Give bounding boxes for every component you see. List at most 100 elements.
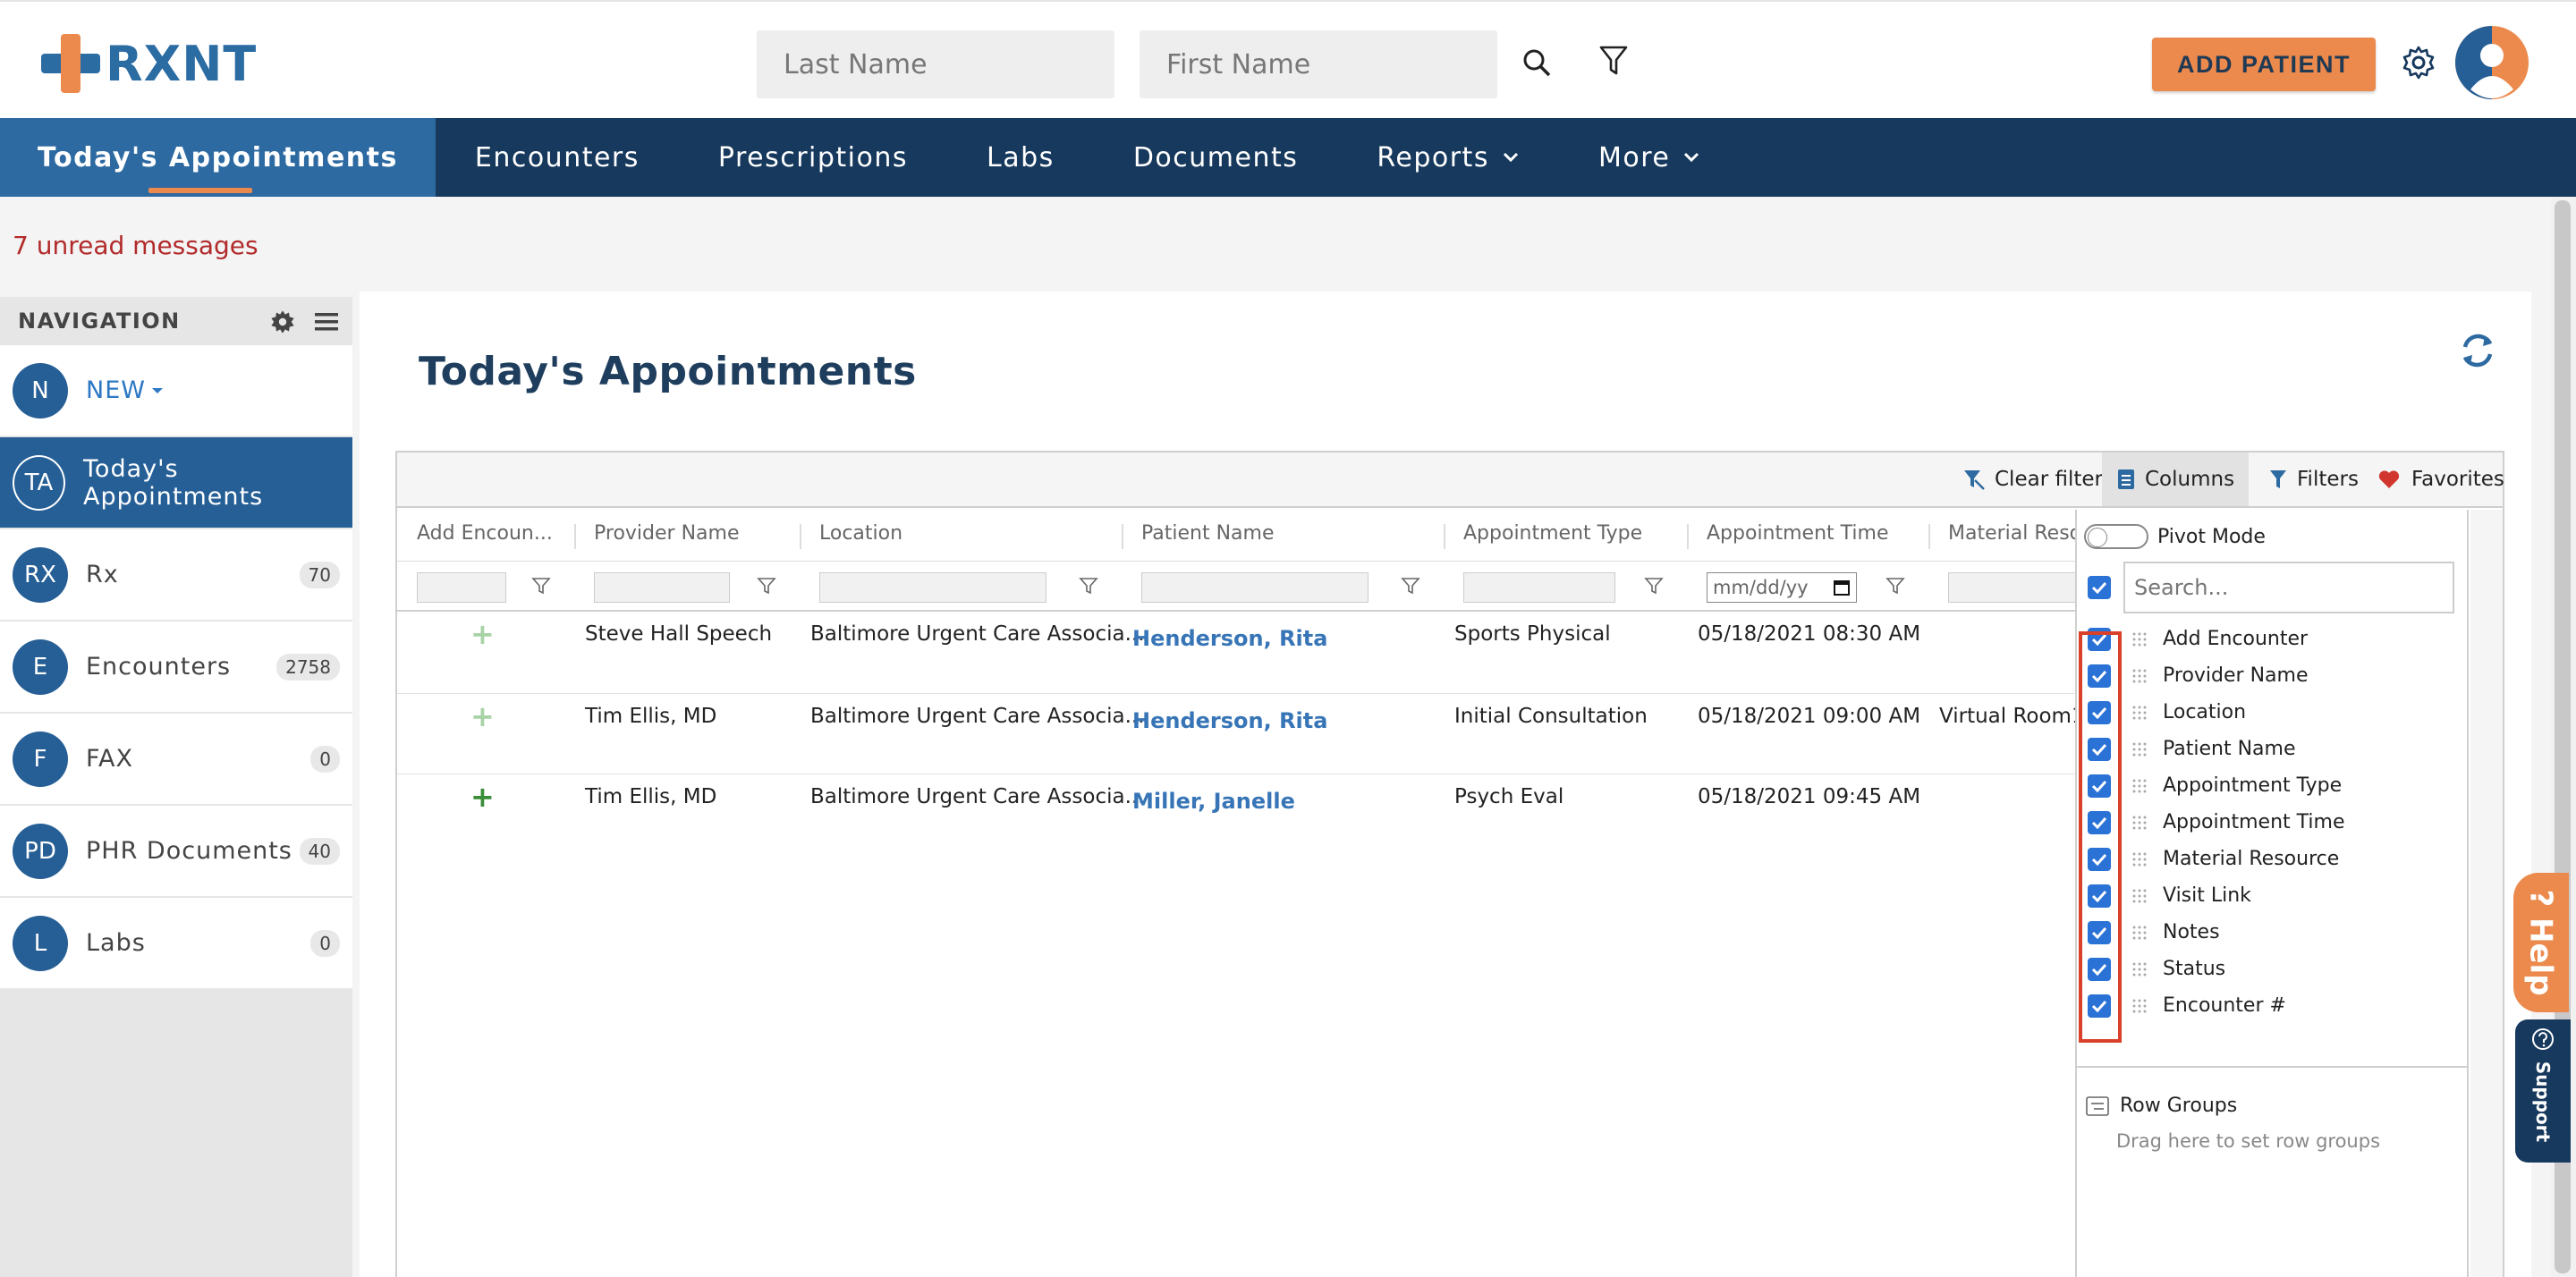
clear-filters-button[interactable]: Clear filters	[1953, 452, 2123, 506]
search-icon[interactable]	[1517, 43, 1556, 82]
drag-handle-icon[interactable]	[2131, 887, 2148, 905]
sidebar-item-todays-appointments[interactable]: TA Today's Appointments	[0, 437, 352, 529]
settings-gear-icon[interactable]	[2397, 41, 2440, 84]
date-filter-input[interactable]: mm/dd/yy	[1707, 572, 1857, 603]
last-name-input[interactable]	[757, 30, 1114, 98]
gear-icon[interactable]	[270, 309, 295, 334]
drag-handle-icon[interactable]	[2131, 924, 2148, 942]
sidebar-item-labs[interactable]: L Labs 0	[0, 898, 352, 990]
tab-todays-appointments[interactable]: Today's Appointments	[0, 118, 436, 197]
col-header-material-resource[interactable]: Material Reso	[1948, 522, 2075, 545]
col-resize-handle[interactable]	[1928, 524, 1930, 549]
drag-handle-icon[interactable]	[2131, 997, 2148, 1015]
tab-more[interactable]: More	[1559, 118, 1740, 197]
select-all-checkbox[interactable]	[2088, 576, 2111, 599]
col-resize-handle[interactable]	[1444, 524, 1445, 549]
filter-input-provider-name[interactable]	[594, 572, 730, 603]
filter-input-appointment-type[interactable]	[1463, 572, 1615, 603]
checkbox[interactable]	[2088, 994, 2111, 1018]
table-row[interactable]: + Tim Ellis, MD Baltimore Urgent Care As…	[397, 774, 2075, 855]
col-resize-handle[interactable]	[800, 524, 801, 549]
filter-icon[interactable]	[1594, 41, 1633, 80]
filter-icon[interactable]	[1079, 576, 1098, 596]
sidebar-item-phr-documents[interactable]: PD PHR Documents 40	[0, 806, 352, 898]
tab-prescriptions[interactable]: Prescriptions	[679, 118, 947, 197]
toggle-switch[interactable]	[2084, 524, 2148, 549]
sidebar-item-fax[interactable]: F FAX 0	[0, 714, 352, 806]
tab-documents[interactable]: Documents	[1094, 118, 1338, 197]
filter-icon[interactable]	[531, 576, 551, 596]
tab-encounters[interactable]: Encounters	[436, 118, 679, 197]
tab-reports[interactable]: Reports	[1337, 118, 1559, 197]
filters-button[interactable]: Filters	[2259, 452, 2368, 506]
drag-handle-icon[interactable]	[2131, 630, 2148, 648]
col-resize-handle[interactable]	[1122, 524, 1123, 549]
checkbox[interactable]	[2088, 664, 2111, 688]
drag-handle-icon[interactable]	[2131, 814, 2148, 832]
col-header-provider-name[interactable]: Provider Name	[594, 522, 739, 545]
add-patient-button[interactable]: ADD PATIENT	[2152, 38, 2376, 91]
column-toggle-status[interactable]: Status	[2077, 951, 2453, 987]
first-name-input[interactable]	[1140, 30, 1497, 98]
add-encounter-icon[interactable]: +	[470, 617, 495, 651]
unread-messages-link[interactable]: 7 unread messages	[13, 231, 258, 260]
pivot-mode-toggle[interactable]: Pivot Mode	[2084, 524, 2266, 549]
refresh-icon[interactable]	[2458, 331, 2497, 370]
rxnt-logo[interactable]: RXNT	[41, 34, 257, 93]
column-toggle-provider-name[interactable]: Provider Name	[2077, 657, 2453, 694]
col-resize-handle[interactable]	[574, 524, 576, 549]
drag-handle-icon[interactable]	[2131, 704, 2148, 722]
calendar-icon[interactable]	[1833, 579, 1851, 596]
column-toggle-encounter-number[interactable]: Encounter #	[2077, 987, 2453, 1024]
user-avatar[interactable]	[2454, 25, 2529, 100]
checkbox[interactable]	[2088, 737, 2111, 761]
checkbox[interactable]	[2088, 884, 2111, 908]
col-resize-handle[interactable]	[1687, 524, 1689, 549]
favorites-button[interactable]: Favorites	[2368, 452, 2513, 506]
column-toggle-appointment-type[interactable]: Appointment Type	[2077, 767, 2453, 804]
patient-name-link[interactable]: Henderson, Rita	[1132, 626, 1327, 651]
column-toggle-add-encounter[interactable]: Add Encounter	[2077, 621, 2453, 657]
filter-icon[interactable]	[1401, 576, 1420, 596]
add-encounter-icon[interactable]: +	[470, 699, 495, 733]
checkbox[interactable]	[2088, 957, 2111, 981]
column-search-input[interactable]	[2123, 562, 2454, 613]
col-header-appointment-type[interactable]: Appointment Type	[1463, 522, 1642, 545]
checkbox[interactable]	[2088, 774, 2111, 798]
filter-input-location[interactable]	[819, 572, 1046, 603]
column-toggle-visit-link[interactable]: Visit Link	[2077, 877, 2453, 914]
checkbox[interactable]	[2088, 920, 2111, 944]
drag-handle-icon[interactable]	[2131, 850, 2148, 868]
help-button[interactable]: ? Help	[2513, 873, 2569, 1012]
checkbox[interactable]	[2088, 627, 2111, 651]
sidebar-item-new[interactable]: N NEW	[0, 345, 352, 437]
drag-handle-icon[interactable]	[2131, 777, 2148, 795]
drag-handle-icon[interactable]	[2131, 667, 2148, 685]
table-row[interactable]: + Steve Hall Speech Baltimore Urgent Car…	[397, 612, 2075, 694]
filter-input-material-resource[interactable]	[1948, 572, 2075, 603]
checkbox[interactable]	[2088, 810, 2111, 834]
sidebar-item-rx[interactable]: RX Rx 70	[0, 529, 352, 622]
column-toggle-location[interactable]: Location	[2077, 694, 2453, 731]
table-row[interactable]: + Tim Ellis, MD Baltimore Urgent Care As…	[397, 694, 2075, 774]
col-header-patient-name[interactable]: Patient Name	[1141, 522, 1275, 545]
filter-icon[interactable]	[1885, 576, 1905, 596]
filter-input-patient-name[interactable]	[1141, 572, 1368, 603]
add-encounter-icon[interactable]: +	[470, 780, 495, 814]
column-toggle-notes[interactable]: Notes	[2077, 914, 2453, 951]
row-groups-drop-zone[interactable]: Drag here to set row groups	[2116, 1130, 2380, 1152]
checkbox[interactable]	[2088, 847, 2111, 871]
filter-input-add-encounter[interactable]	[417, 572, 506, 603]
column-toggle-appointment-time[interactable]: Appointment Time	[2077, 804, 2453, 841]
filter-icon[interactable]	[757, 576, 776, 596]
tab-labs[interactable]: Labs	[947, 118, 1094, 197]
sidebar-item-encounters[interactable]: E Encounters 2758	[0, 622, 352, 714]
patient-name-link[interactable]: Henderson, Rita	[1132, 708, 1327, 733]
menu-icon[interactable]	[315, 311, 338, 333]
checkbox[interactable]	[2088, 700, 2111, 724]
columns-button[interactable]: Columns	[2102, 452, 2250, 506]
drag-handle-icon[interactable]	[2131, 740, 2148, 758]
col-header-location[interactable]: Location	[819, 522, 902, 545]
col-header-add-encounter[interactable]: Add Encoun...	[417, 522, 553, 545]
col-header-appointment-time[interactable]: Appointment Time	[1707, 522, 1889, 545]
